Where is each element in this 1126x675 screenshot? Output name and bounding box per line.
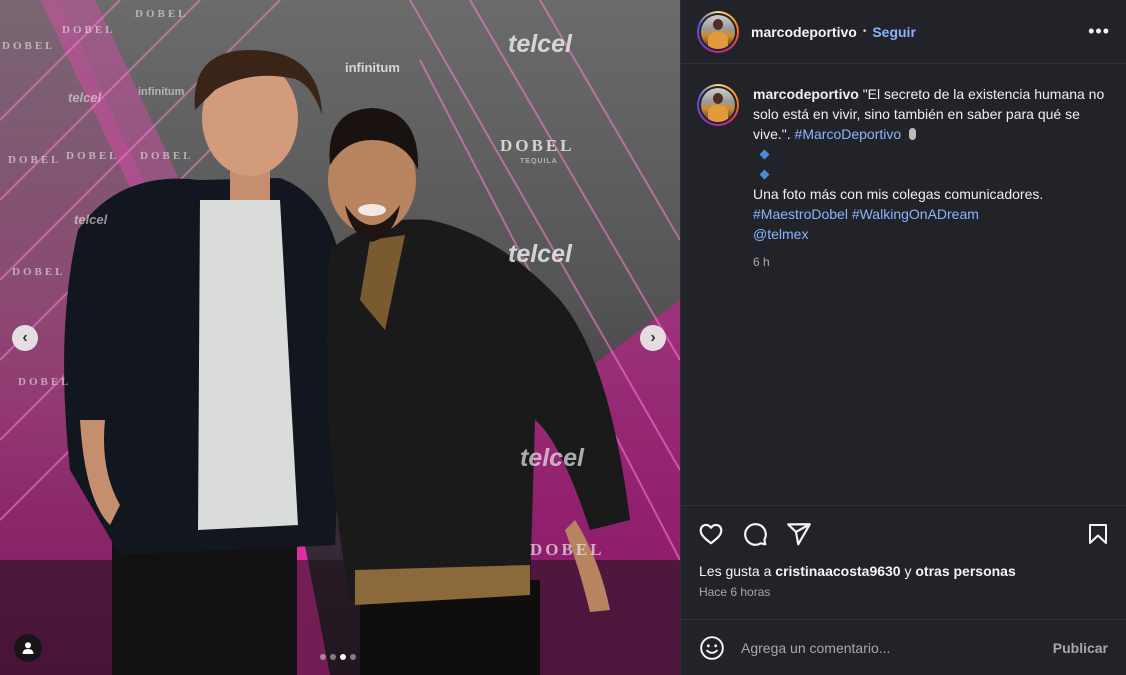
photo-scene [0,0,680,675]
bookmark-icon [1089,523,1107,544]
backdrop-logo-dobel: DOBEL [62,24,116,36]
backdrop-logo-infinitum: infinitum [345,60,400,75]
save-button[interactable] [1084,520,1112,548]
user-tag-icon [22,642,34,654]
backdrop-logo-dobel: DOBEL [18,376,72,388]
post-dialog: telcel telcel telcel DOBEL TEQUILA DOBEL… [0,0,1126,675]
header-separator: • [862,26,867,37]
more-options-icon[interactable]: ••• [1088,21,1110,42]
author-avatar[interactable] [697,10,739,53]
backdrop-logo-dobel: DOBEL [140,150,194,162]
mention-link[interactable]: @telmex [753,226,808,242]
share-button[interactable] [785,520,813,548]
backdrop-logo-dobel: DOBEL [8,154,62,166]
carousel-dot [350,654,356,660]
backdrop-logo-telcel: telcel [74,212,108,227]
chevron-right-icon: › [650,328,656,346]
likes-prefix: Les gusta a [699,563,772,579]
tagged-users-button[interactable] [14,634,42,662]
comment-input[interactable] [741,639,1053,656]
backdrop-logo-dobel: DOBEL [500,136,575,155]
comment-bar: Publicar [681,619,1126,675]
carousel-next-button[interactable]: › [640,325,666,351]
caption-area: marcodeportivo "El secreto de la existen… [681,64,1126,505]
heart-icon [699,523,723,544]
likes-user[interactable]: cristinaacosta9630 [775,563,900,579]
hashtag-link[interactable]: #WalkingOnADream [852,206,979,222]
caption-text: marcodeportivo "El secreto de la existen… [753,84,1108,505]
carousel-dot [320,654,326,660]
follow-button[interactable]: Seguir [872,24,916,40]
hashtag-link[interactable]: #MaestroDobel [753,206,848,222]
chevron-left-icon: ‹ [22,328,28,346]
carousel-prev-button[interactable]: ‹ [12,325,38,351]
post-header: marcodeportivo • Seguir ••• [681,0,1126,64]
publish-button[interactable]: Publicar [1053,640,1108,656]
backdrop-logo-dobel: DOBEL [135,8,189,20]
backdrop-logo-dobel: DOBEL [12,266,66,278]
diamond-emoji-icon [759,149,770,159]
carousel-dot-active [340,654,346,660]
emoji-icon [700,635,724,660]
share-icon [787,522,811,545]
caption-timestamp[interactable]: 6 h [753,252,1108,272]
backdrop-logo-dobel: DOBEL [530,540,605,559]
comment-button[interactable] [741,520,769,548]
hashtag-link[interactable]: #MarcoDeportivo [795,126,902,142]
likes-others[interactable]: otras personas [915,563,1015,579]
backdrop-logo-telcel: telcel [508,30,572,58]
like-button[interactable] [697,520,725,548]
backdrop-logo-dobel: DOBEL [66,150,120,162]
post-side-panel: marcodeportivo • Seguir ••• marcodeporti… [680,0,1126,675]
carousel-dot [330,654,336,660]
caption-author-avatar[interactable] [697,84,739,126]
comment-icon [744,522,767,546]
emoji-button[interactable] [699,635,725,661]
person-right [326,108,630,675]
microphone-emoji-icon [909,128,917,140]
likes-summary[interactable]: Les gusta a cristinaacosta9630 y otras p… [681,561,1126,579]
backdrop-logo-telcel: telcel [520,444,584,472]
backdrop-logo-tequila: TEQUILA [520,158,558,165]
diamond-emoji-icon [759,169,770,179]
backdrop-logo-telcel: telcel [508,240,572,268]
likes-middle: y [904,563,912,579]
backdrop-logo-telcel: telcel [68,90,102,105]
author-username[interactable]: marcodeportivo [751,24,857,40]
carousel-indicator [320,654,356,660]
caption-author-username[interactable]: marcodeportivo [753,86,859,102]
post-media[interactable]: telcel telcel telcel DOBEL TEQUILA DOBEL… [0,0,680,675]
backdrop-logo-dobel: DOBEL [2,40,56,52]
backdrop-logo-infinitum: infinitum [138,86,185,98]
caption-line-2: Una foto más con mis colegas comunicador… [753,186,1044,202]
post-timestamp[interactable]: Hace 6 horas [681,579,1126,599]
action-bar [681,505,1126,561]
